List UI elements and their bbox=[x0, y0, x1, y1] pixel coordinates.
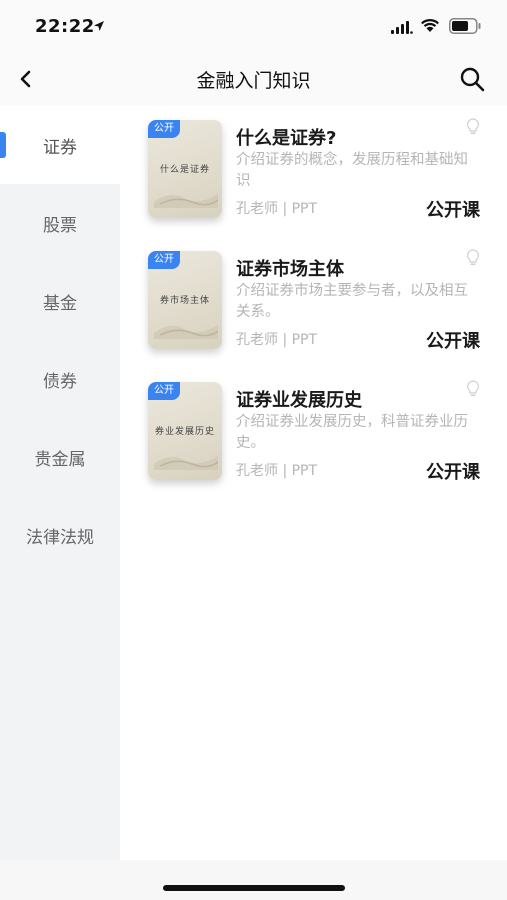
public-badge: 公开 bbox=[148, 251, 180, 269]
sidebar-item-label: 法律法规 bbox=[26, 527, 94, 548]
bottom-bar bbox=[0, 860, 507, 900]
sidebar-item-stocks[interactable]: 股票 bbox=[0, 184, 120, 262]
sidebar-item-label: 债券 bbox=[43, 371, 77, 392]
thumbnail-caption: 券市场主体 bbox=[159, 296, 210, 306]
lightbulb-icon bbox=[467, 118, 479, 134]
page-title: 金融入门知识 bbox=[196, 70, 311, 92]
course-type: 公开课 bbox=[426, 200, 480, 221]
course-card[interactable]: 公开 券市场主体 证券市场主体 介绍证券市场主要参与者，以及相互关系。 孔老师 … bbox=[120, 237, 507, 357]
sidebar-item-bonds[interactable]: 债券 bbox=[0, 340, 120, 418]
ink-landscape-icon bbox=[154, 456, 218, 470]
thumbnail-caption: 什么是证券 bbox=[159, 165, 210, 175]
search-icon[interactable] bbox=[458, 65, 486, 93]
cellular-signal-icon bbox=[391, 21, 413, 34]
home-indicator[interactable] bbox=[163, 885, 345, 891]
sidebar-item-securities[interactable]: 证券 bbox=[0, 106, 120, 184]
course-type: 公开课 bbox=[426, 462, 480, 483]
public-badge: 公开 bbox=[148, 120, 180, 138]
course-description: 介绍证券的概念，发展历程和基础知识 bbox=[236, 152, 468, 189]
lightbulb-icon bbox=[467, 380, 479, 396]
public-badge: 公开 bbox=[148, 382, 180, 400]
location-arrow-icon bbox=[94, 21, 104, 31]
course-card[interactable]: 公开 券业发展历史 证券业发展历史 介绍证券业发展历史，科普证券业历史。 孔老师… bbox=[120, 368, 507, 488]
ink-landscape-icon bbox=[154, 194, 218, 208]
sidebar-item-label: 基金 bbox=[43, 293, 77, 314]
thumbnail-caption: 券业发展历史 bbox=[154, 427, 215, 437]
sidebar-item-precious-metals[interactable]: 贵金属 bbox=[0, 418, 120, 496]
course-description: 介绍证券市场主要参与者，以及相互关系。 bbox=[236, 283, 468, 320]
status-bar: 22:22 bbox=[0, 0, 507, 52]
course-list: 公开 什么是证券 什么是证券? 介绍证券的概念，发展历程和基础知识 孔老师 | … bbox=[120, 106, 507, 860]
wifi-icon bbox=[421, 18, 439, 32]
lightbulb-icon bbox=[467, 249, 479, 265]
status-time: 22:22 bbox=[35, 16, 95, 37]
category-sidebar: 证券 股票 基金 债券 贵金属 法律法规 bbox=[0, 106, 120, 860]
course-thumbnail: 公开 什么是证券 bbox=[148, 120, 222, 218]
sidebar-item-laws[interactable]: 法律法规 bbox=[0, 496, 120, 574]
sidebar-item-label: 贵金属 bbox=[34, 449, 86, 470]
course-type: 公开课 bbox=[426, 331, 480, 352]
sidebar-item-label: 证券 bbox=[43, 137, 77, 158]
course-meta: 孔老师 | PPT bbox=[236, 332, 318, 348]
course-meta: 孔老师 | PPT bbox=[236, 201, 318, 217]
active-indicator bbox=[0, 132, 6, 158]
course-title: 证券业发展历史 bbox=[236, 390, 362, 411]
nav-bar: 金融入门知识 bbox=[0, 52, 507, 106]
course-card[interactable]: 公开 什么是证券 什么是证券? 介绍证券的概念，发展历程和基础知识 孔老师 | … bbox=[120, 106, 507, 226]
course-description: 介绍证券业发展历史，科普证券业历史。 bbox=[236, 414, 468, 451]
ink-landscape-icon bbox=[154, 325, 218, 339]
course-thumbnail: 公开 券业发展历史 bbox=[148, 382, 222, 480]
course-title: 证券市场主体 bbox=[236, 259, 344, 280]
course-meta: 孔老师 | PPT bbox=[236, 463, 318, 479]
battery-icon bbox=[449, 18, 481, 34]
sidebar-item-label: 股票 bbox=[43, 215, 77, 236]
sidebar-item-funds[interactable]: 基金 bbox=[0, 262, 120, 340]
course-thumbnail: 公开 券市场主体 bbox=[148, 251, 222, 349]
course-title: 什么是证券? bbox=[236, 128, 337, 149]
